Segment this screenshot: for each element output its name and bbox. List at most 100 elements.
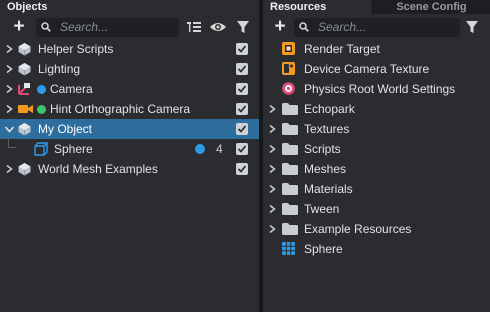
resources-search-placeholder: Search... [318,20,367,34]
resource-row-label: Tween [304,202,340,216]
checkmark-icon [237,85,247,93]
resources-panel: Resources Scene Config + Search... Rende… [263,0,490,312]
tree-row-world-mesh-examples[interactable]: World Mesh Examples [0,159,259,179]
physics-settings-icon [282,82,295,95]
checkmark-icon [237,105,247,113]
checkmark-icon [237,45,247,53]
chevron-down-icon[interactable] [5,126,14,133]
chevron-right-icon[interactable] [6,165,13,173]
resource-row-example-resources[interactable]: Example Resources [263,219,490,239]
enabled-checkbox[interactable] [236,123,248,135]
tree-row-lighting[interactable]: Lighting [0,59,259,79]
tree-row-label: World Mesh Examples [38,162,158,176]
visibility-eye-icon[interactable] [209,20,227,34]
scene-object-icon [18,43,31,56]
resource-row-materials[interactable]: Materials [263,179,490,199]
tab-objects[interactable]: Objects [0,0,259,14]
chevron-right-icon[interactable] [269,225,276,233]
folder-icon [282,123,298,135]
chevron-right-icon[interactable] [269,105,276,113]
filter-icon[interactable] [235,20,251,34]
scene-object-icon [18,123,31,136]
enabled-checkbox[interactable] [236,63,248,75]
resource-row-label: Scripts [304,142,341,156]
scene-object-icon [18,163,31,176]
folder-icon [282,223,298,235]
enabled-checkbox[interactable] [236,163,248,175]
chevron-right-icon[interactable] [269,125,276,133]
tab-scene-config[interactable]: Scene Config [372,0,490,14]
camera-status-dot [37,105,46,114]
resource-row-label: Sphere [304,242,343,256]
tree-row-hint-orthographic-camera[interactable]: Hint Orthographic Camera [0,99,259,119]
tree-row-my-object[interactable]: My Object [0,119,259,139]
resource-row-meshes[interactable]: Meshes [263,159,490,179]
resource-row-label: Materials [304,182,353,196]
enabled-checkbox[interactable] [236,43,248,55]
tree-row-label: Helper Scripts [38,42,114,56]
folder-icon [282,203,298,215]
chevron-right-icon[interactable] [269,145,276,153]
resource-row-scripts[interactable]: Scripts [263,139,490,159]
resources-search-field[interactable]: Search... [294,18,460,37]
checkmark-icon [237,65,247,73]
resource-row-label: Meshes [304,162,347,176]
tree-row-label: Sphere [54,142,93,156]
resource-row-label: Textures [304,122,350,136]
folder-icon [282,163,298,175]
resource-row-physics-root-world-settings[interactable]: Physics Root World Settings [263,79,490,99]
objects-tabbar: Objects [0,0,259,14]
device-camera-texture-icon [282,62,295,75]
tree-row-label: Camera [50,82,93,96]
resource-row-label: Physics Root World Settings [304,82,456,96]
folder-icon [282,103,298,115]
chevron-right-icon[interactable] [6,65,13,73]
tree-row-label: Hint Orthographic Camera [50,102,191,116]
resource-row-sphere[interactable]: Sphere [263,239,490,259]
objects-search-field[interactable]: Search... [36,18,179,37]
resource-row-label: Render Target [304,42,380,56]
camera-object-icon [18,83,30,95]
objects-panel: Objects + Search... Helper Scripts Light… [0,0,259,312]
tree-connector [8,137,16,148]
scene-object-icon [18,63,31,76]
filter-icon[interactable] [464,20,480,34]
sphere-mesh-icon [282,242,295,255]
resource-row-device-camera-texture[interactable]: Device Camera Texture [263,59,490,79]
tree-row-helper-scripts[interactable]: Helper Scripts [0,39,259,59]
tab-resources[interactable]: Resources [263,0,372,14]
enabled-checkbox[interactable] [236,83,248,95]
resources-tabbar: Resources Scene Config [263,0,490,14]
chevron-right-icon[interactable] [6,45,13,53]
chevron-right-icon[interactable] [269,205,276,213]
enabled-checkbox[interactable] [236,103,248,115]
tree-row-camera[interactable]: Camera [0,79,259,99]
resource-row-label: Device Camera Texture [304,62,430,76]
chevron-right-icon[interactable] [6,85,13,93]
resource-row-tween[interactable]: Tween [263,199,490,219]
add-resource-button[interactable]: + [270,16,290,38]
checkmark-icon [237,125,247,133]
add-object-button[interactable]: + [9,16,29,38]
resources-tree: Render Target Device Camera Texture Phys… [263,39,490,259]
search-icon [299,22,309,32]
chevron-right-icon[interactable] [6,105,13,113]
chevron-right-icon[interactable] [269,185,276,193]
resource-row-label: Example Resources [304,222,412,236]
hierarchy-list-icon[interactable] [186,20,202,34]
tree-row-sphere[interactable]: Sphere 4 [0,137,259,159]
resource-row-textures[interactable]: Textures [263,119,490,139]
render-target-icon [282,42,295,55]
tree-row-label: My Object [38,122,93,136]
resource-row-label: Echopark [304,102,355,116]
tree-row-label: Lighting [38,62,81,76]
orthographic-camera-icon [18,105,33,113]
resource-row-echopark[interactable]: Echopark [263,99,490,119]
mesh-cube-icon [34,142,48,156]
camera-status-dot [37,85,46,94]
resource-row-render-target[interactable]: Render Target [263,39,490,59]
enabled-checkbox[interactable] [236,143,248,155]
chevron-right-icon[interactable] [269,165,276,173]
objects-toolbar: + Search... [0,16,259,38]
render-order-count: 4 [216,142,223,156]
